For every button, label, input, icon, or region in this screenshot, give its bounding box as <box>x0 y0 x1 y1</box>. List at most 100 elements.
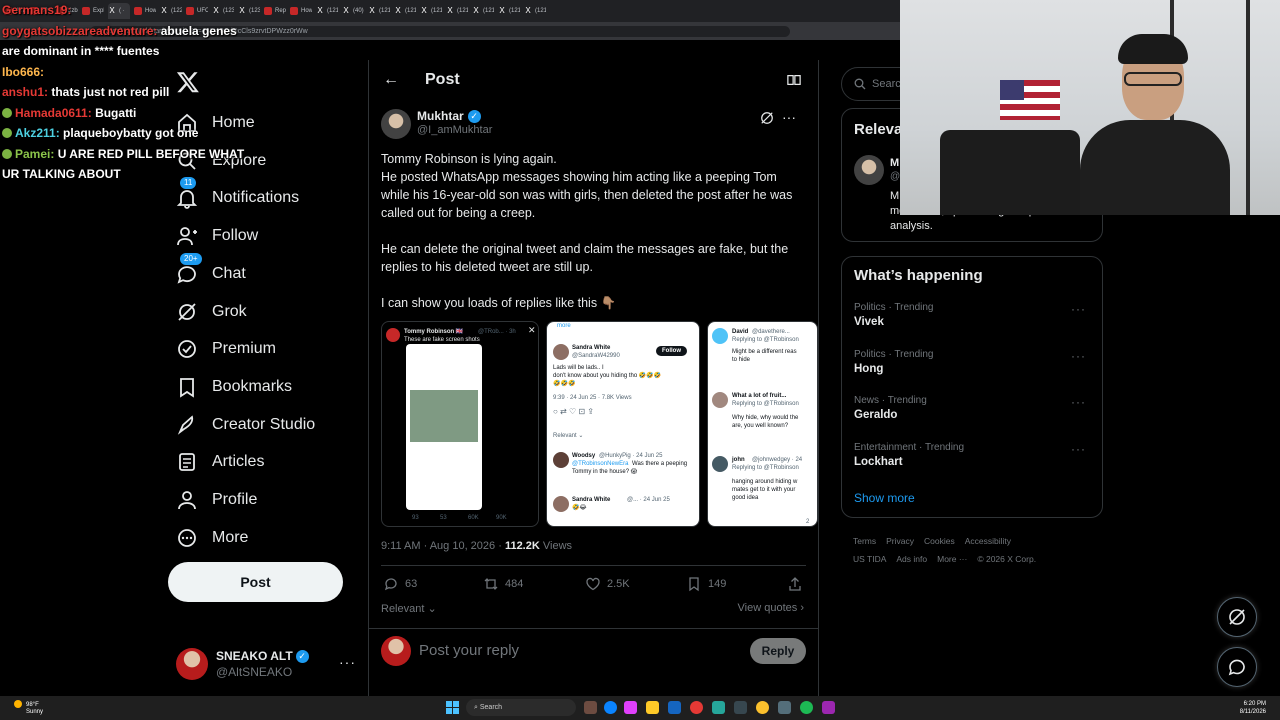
sidebar-item-follow[interactable]: Follow <box>176 219 258 253</box>
browser-tab[interactable]: X (121 <box>394 3 416 19</box>
app-icon[interactable] <box>822 701 835 714</box>
more-icon[interactable]: ··· <box>1071 395 1086 409</box>
show-more-link[interactable]: Show more <box>854 491 915 505</box>
trend-item[interactable]: Politics · Trending Hong ··· <box>854 349 1092 375</box>
relevant-name[interactable]: M <box>890 157 899 169</box>
edge-icon[interactable] <box>604 701 617 714</box>
sidebar-item-bookmarks[interactable]: Bookmarks <box>176 370 292 404</box>
footer-link[interactable]: US TIDA <box>853 554 886 564</box>
taskbar-search[interactable]: ⌕ Search <box>466 699 576 716</box>
grok-icon[interactable] <box>760 111 774 125</box>
footer-link[interactable]: Accessibility <box>965 536 1011 546</box>
author-name[interactable]: Mukhtar <box>417 109 464 123</box>
shot-text: Might be a different reas <box>732 349 797 355</box>
shot-text: Why hide, why would the <box>732 415 799 421</box>
relevant-avatar[interactable] <box>854 155 884 185</box>
share-action[interactable] <box>787 576 803 592</box>
reply-input[interactable]: Post your reply <box>419 642 519 659</box>
post-button[interactable]: Post <box>168 562 343 602</box>
footer-link[interactable]: Ads info <box>896 554 927 564</box>
relevant-handle[interactable]: @ <box>890 171 900 182</box>
chat-text: U ARE RED PILL BEFORE WHAT <box>57 146 245 161</box>
reply-sort-dropdown[interactable]: Relevant ⌄ <box>381 602 437 615</box>
media-image-3[interactable]: David @davethere... Replying to @TRobins… <box>707 321 818 527</box>
author-avatar[interactable] <box>381 109 411 139</box>
post-more-icon[interactable]: ··· <box>782 109 796 125</box>
sidebar-item-more[interactable]: More <box>176 521 248 555</box>
more-icon[interactable]: ··· <box>1071 442 1086 456</box>
post-actions: 63 484 2.5K 149 <box>383 576 805 594</box>
browser-tab[interactable]: How <box>290 3 312 19</box>
back-arrow-icon[interactable]: ← <box>383 72 399 88</box>
shot-author: David <box>732 329 749 335</box>
sidebar-item-profile[interactable]: Profile <box>176 483 257 517</box>
reply-action[interactable]: 63 <box>383 576 417 592</box>
sidebar-item-grok[interactable]: Grok <box>176 295 247 329</box>
app-icon[interactable] <box>712 701 725 714</box>
sidebar-item-chat[interactable]: 20+ Chat <box>176 252 246 291</box>
more-icon[interactable]: ··· <box>1071 349 1086 363</box>
steam-icon[interactable] <box>734 701 747 714</box>
more-icon[interactable]: ··· <box>339 654 356 670</box>
repost-action[interactable]: 484 <box>483 576 523 592</box>
more-circle-icon <box>176 527 198 549</box>
footer-link[interactable]: Terms <box>853 536 876 546</box>
spotify-icon[interactable] <box>800 701 813 714</box>
clock-time: 6:20 PM <box>1243 701 1266 707</box>
shot-text: hanging around hiding w <box>732 479 798 485</box>
post-media-gallery[interactable]: Tommy Robinson 🇬🇧 @TRob... · 3h ✕ These … <box>381 321 818 527</box>
like-action[interactable]: 2.5K <box>585 576 630 592</box>
view-quotes-link[interactable]: View quotes › <box>738 602 804 614</box>
bookmark-icon <box>689 577 699 592</box>
chrome-icon[interactable] <box>756 701 769 714</box>
windows-start-icon[interactable] <box>446 701 459 714</box>
system-clock[interactable]: 6:20 PM 8/11/2026 <box>1240 700 1266 716</box>
grok-icon <box>176 301 198 323</box>
reader-mode-icon[interactable] <box>787 73 801 87</box>
post-author[interactable]: Mukhtar ✓ @I_amMukhtar ··· <box>381 109 806 141</box>
browser-tab[interactable]: X (121 <box>498 3 520 19</box>
account-switcher[interactable]: SNEAKO ALT ✓ @AltSNEAKO ··· <box>176 646 356 682</box>
reply-button[interactable]: Reply <box>750 638 806 664</box>
copilot-icon[interactable] <box>624 701 637 714</box>
browser-tab[interactable]: X (121 <box>472 3 494 19</box>
shot-text: 🤣😂 <box>572 505 587 511</box>
app-icon[interactable] <box>778 701 791 714</box>
browser-tab[interactable]: X (121 <box>446 3 468 19</box>
browser-tab[interactable]: X (121 <box>368 3 390 19</box>
grok-float-button[interactable] <box>1217 597 1257 637</box>
app-icon[interactable] <box>668 701 681 714</box>
shot-stat: 60K <box>468 515 479 521</box>
author-handle[interactable]: @I_amMukhtar <box>417 124 492 136</box>
x-favicon-icon: X <box>369 6 375 15</box>
app-icon[interactable] <box>690 701 703 714</box>
tab-label: (121 <box>457 8 468 14</box>
browser-tab[interactable]: X (121 <box>420 3 442 19</box>
browser-tab[interactable]: Rep <box>264 3 286 19</box>
chat-message: anshu1: thats just not red pill <box>2 82 242 103</box>
browser-tab[interactable]: X (40) <box>342 3 364 19</box>
folder-icon[interactable] <box>646 701 659 714</box>
footer-link[interactable]: More ··· <box>937 554 967 564</box>
footer-link[interactable]: Privacy <box>886 536 914 546</box>
more-icon[interactable]: ··· <box>1071 302 1086 316</box>
trend-item[interactable]: News · Trending Geraldo ··· <box>854 395 1092 421</box>
media-image-2[interactable]: more Sandra White @SandraW42990 Follow L… <box>546 321 700 527</box>
trend-context: Politics · Trending <box>854 302 934 313</box>
weather-widget[interactable]: 98°F Sunny <box>14 700 43 716</box>
sidebar-item-premium[interactable]: Premium <box>176 332 276 366</box>
sidebar-item-notifications[interactable]: 11 Notifications <box>176 177 299 215</box>
bookmark-action[interactable]: 149 <box>686 576 726 592</box>
sidebar-item-creator-studio[interactable]: Creator Studio <box>176 408 315 442</box>
browser-tab[interactable]: X (121 <box>316 3 338 19</box>
trend-item[interactable]: Politics · Trending Vivek ··· <box>854 302 1092 328</box>
post-paragraph: He posted WhatsApp messages showing him … <box>381 170 793 220</box>
chat-username: goygatsobizzareadventure: <box>2 23 158 38</box>
media-image-1[interactable]: Tommy Robinson 🇬🇧 @TRob... · 3h ✕ These … <box>381 321 539 527</box>
app-icon[interactable] <box>584 701 597 714</box>
trend-item[interactable]: Entertainment · Trending Lockhart ··· <box>854 442 1092 468</box>
browser-tab[interactable]: X (121 <box>524 3 546 19</box>
sidebar-item-articles[interactable]: Articles <box>176 445 264 479</box>
messages-float-button[interactable] <box>1217 647 1257 687</box>
footer-link[interactable]: Cookies <box>924 536 955 546</box>
